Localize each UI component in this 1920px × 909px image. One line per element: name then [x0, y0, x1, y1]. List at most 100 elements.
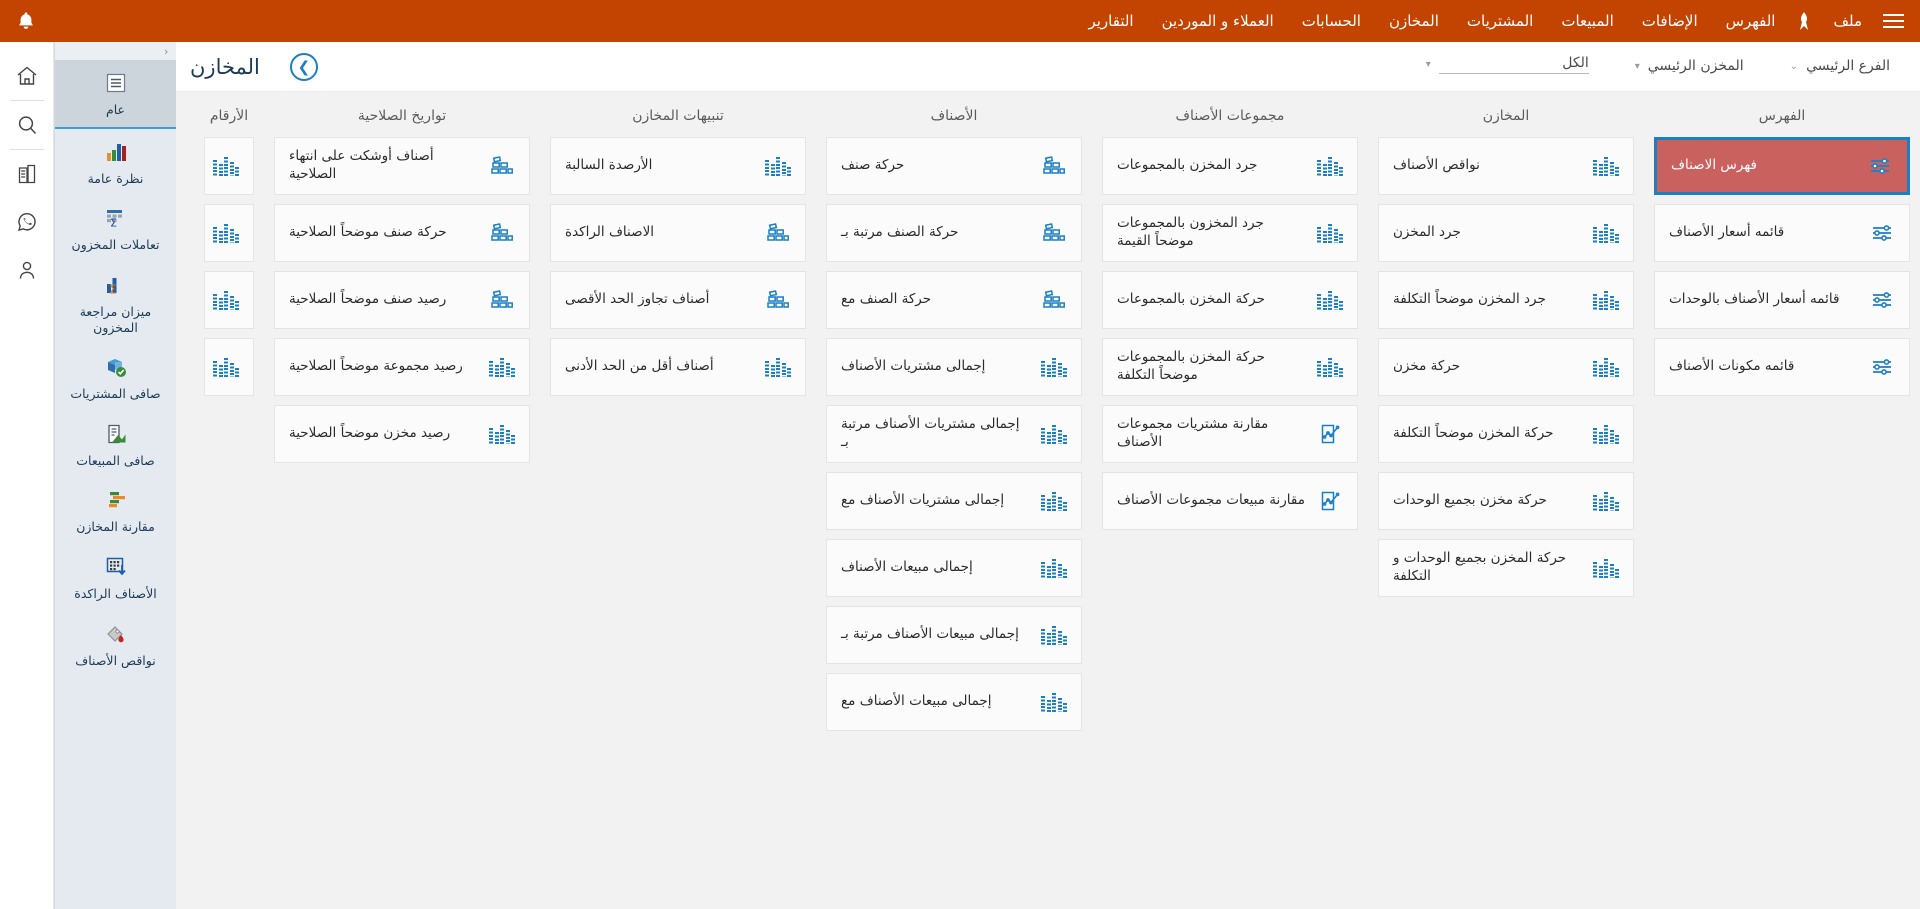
report-card[interactable]: جرد المخزن: [1378, 204, 1634, 262]
home-icon[interactable]: [5, 52, 49, 100]
report-card[interactable]: حركة مخزن: [1378, 338, 1634, 396]
report-card[interactable]: إجمالى مبيعات الأصناف: [826, 539, 1082, 597]
chevron-down-icon[interactable]: ⌄: [1790, 61, 1798, 72]
report-card[interactable]: إجمالى مبيعات الأصناف مع: [826, 673, 1082, 731]
module-item-label: صافى المبيعات: [59, 453, 172, 469]
search-icon[interactable]: [5, 101, 49, 149]
bar-chart-icon: [765, 358, 791, 377]
warehouse-filter[interactable]: المخزن الرئيسي ▾: [1635, 58, 1744, 74]
module-item-2[interactable]: Σتعاملات المخزون: [55, 195, 176, 262]
module-icon-doc-chart: [59, 419, 172, 449]
module-item-1[interactable]: نظرة عامة: [55, 129, 176, 196]
report-card-label: مقارنة مبيعات مجموعات الأصناف: [1117, 492, 1305, 510]
module-item-7[interactable]: الأصناف الراكدة: [55, 544, 176, 611]
report-card-label: أصناف أوشكت على انتهاء الصلاحية: [289, 148, 477, 183]
report-card[interactable]: أصناف أوشكت على انتهاء الصلاحية: [274, 137, 530, 195]
report-card[interactable]: إجمالى مشتريات الأصناف مرتبة بـ: [826, 405, 1082, 463]
report-card[interactable]: جرد المخزون بالمجموعات موضحاً القيمة: [1102, 204, 1358, 262]
report-card[interactable]: حركة الصنف مرتبة بـ: [826, 204, 1082, 262]
scope-filter[interactable]: الكل ▾: [1426, 55, 1589, 74]
card-icon-bricks: [1041, 221, 1067, 245]
report-card-label: قائمه مكونات الأصناف: [1669, 358, 1857, 376]
nav-customers-suppliers[interactable]: العملاء و الموردين: [1148, 0, 1288, 42]
chevron-down-icon[interactable]: ▾: [1635, 61, 1640, 72]
report-card[interactable]: قائمه مكونات الأصناف: [1654, 338, 1910, 396]
report-card[interactable]: قائمه أسعار الأصناف: [1654, 204, 1910, 262]
report-card[interactable]: حركة صنف: [826, 137, 1082, 195]
hamburger-icon[interactable]: [1876, 0, 1910, 42]
report-card[interactable]: مقارنة مشتريات مجموعات الأصناف: [1102, 405, 1358, 463]
report-card[interactable]: إجمالى مشتريات الأصناف: [826, 338, 1082, 396]
card-icon-bars: [1593, 556, 1619, 580]
module-item-4[interactable]: صافى المشتريات: [55, 344, 176, 411]
tag-drop-icon: [104, 622, 128, 646]
module-item-6[interactable]: مقارنة المخازن: [55, 477, 176, 544]
whatsapp-icon[interactable]: [5, 198, 49, 246]
report-card[interactable]: جرد المخزن بالمجموعات: [1102, 137, 1358, 195]
branch-filter-label: الفرع الرئيسي: [1806, 58, 1890, 74]
report-card[interactable]: إجمالى مشتريات الأصناف مع: [826, 472, 1082, 530]
nav-purchases[interactable]: المشتريات: [1453, 0, 1547, 42]
nav-warehouses[interactable]: المخازن: [1375, 0, 1453, 42]
column-item-groups: مجموعات الأصنافجرد المخزن بالمجموعاتجرد …: [1092, 108, 1368, 909]
card-icon-bars: [213, 288, 239, 312]
report-card[interactable]: قائمه أسعار الأصناف بالوحدات: [1654, 271, 1910, 329]
branch-filter[interactable]: الفرع الرئيسي ⌄: [1790, 58, 1890, 74]
bar-chart-icon: [1317, 291, 1343, 310]
nav-reports[interactable]: التقارير: [1074, 0, 1147, 42]
report-card[interactable]: حركة المخزن موضحاً التكلفة: [1378, 405, 1634, 463]
report-card[interactable]: حركة صنف موضحاً الصلاحية: [274, 204, 530, 262]
module-item-label: تعاملات المخزون: [59, 237, 172, 253]
doc-area-chart-icon: [104, 422, 128, 446]
report-card[interactable]: أصناف أقل من الحد الأدنى: [550, 338, 806, 396]
module-panel-collapse[interactable]: ›: [55, 42, 176, 60]
report-card[interactable]: فهرس الاصناف: [1654, 137, 1910, 195]
bell-icon[interactable]: [0, 0, 52, 42]
report-card-label: حركة الصنف مع: [841, 291, 1029, 309]
report-card[interactable]: [204, 137, 254, 195]
report-card[interactable]: [204, 338, 254, 396]
bar-chart-icon: [1593, 291, 1619, 310]
card-icon-bricks: [765, 288, 791, 312]
chevron-down-icon[interactable]: ▾: [1426, 59, 1431, 70]
report-card[interactable]: إجمالى مبيعات الأصناف مرتبة بـ: [826, 606, 1082, 664]
bar-chart-icon: [1593, 559, 1619, 578]
nav-index[interactable]: الفهرس: [1712, 0, 1790, 42]
nav-accounts[interactable]: الحسابات: [1288, 0, 1375, 42]
report-card[interactable]: نواقص الأصناف: [1378, 137, 1634, 195]
chevron-circle-icon[interactable]: ❯: [290, 53, 318, 81]
report-card[interactable]: حركة الصنف مع: [826, 271, 1082, 329]
report-card[interactable]: حركة المخزن بالمجموعات موضحاً التكلفة: [1102, 338, 1358, 396]
report-card[interactable]: [204, 271, 254, 329]
report-card[interactable]: رصيد مجموعة موضحاً الصلاحية: [274, 338, 530, 396]
report-card[interactable]: الاصناف الراكدة: [550, 204, 806, 262]
module-item-3[interactable]: Σميزان مراجعة المخزون: [55, 262, 176, 344]
report-card[interactable]: رصيد صنف موضحاً الصلاحية: [274, 271, 530, 329]
user-icon[interactable]: [5, 246, 49, 294]
bricks-icon: [766, 221, 790, 245]
column-numbers: الأرقام: [204, 108, 264, 909]
bar-chart-icon: [213, 224, 239, 243]
module-item-5[interactable]: صافى المبيعات: [55, 411, 176, 478]
report-card[interactable]: مقارنة مبيعات مجموعات الأصناف: [1102, 472, 1358, 530]
documents-icon[interactable]: [5, 150, 49, 198]
report-card[interactable]: حركة مخزن بجميع الوحدات: [1378, 472, 1634, 530]
report-card[interactable]: أصناف تجاوز الحد الأقصى: [550, 271, 806, 329]
report-card-label: حركة صنف: [841, 157, 1029, 175]
sliders-icon: [1870, 221, 1894, 245]
report-card[interactable]: حركة المخزن بالمجموعات: [1102, 271, 1358, 329]
nav-file[interactable]: ملف: [1819, 0, 1876, 42]
report-card[interactable]: [204, 204, 254, 262]
chevron-right-icon[interactable]: ›: [164, 45, 168, 58]
module-item-8[interactable]: نواقص الأصناف: [55, 611, 176, 678]
nav-sales[interactable]: المبيعات: [1547, 0, 1627, 42]
report-card[interactable]: جرد المخزن موضحاً التكلفة: [1378, 271, 1634, 329]
nav-addons[interactable]: الإضافات: [1628, 0, 1712, 42]
module-item-0[interactable]: عام: [55, 60, 176, 129]
bar-chart-icon: [213, 291, 239, 310]
report-card[interactable]: الأرصدة السالبة: [550, 137, 806, 195]
card-icon-sliders: [1869, 355, 1895, 379]
report-card[interactable]: رصيد مخزن موضحاً الصلاحية: [274, 405, 530, 463]
lines-icon: [104, 71, 128, 95]
report-card[interactable]: حركة المخزن بجميع الوحدات و التكلفة: [1378, 539, 1634, 597]
